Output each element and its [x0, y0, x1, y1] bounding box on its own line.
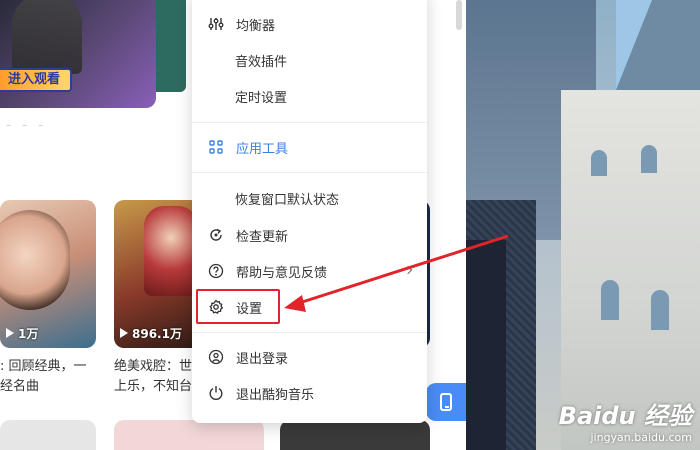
annotation-arrow: [284, 234, 509, 312]
